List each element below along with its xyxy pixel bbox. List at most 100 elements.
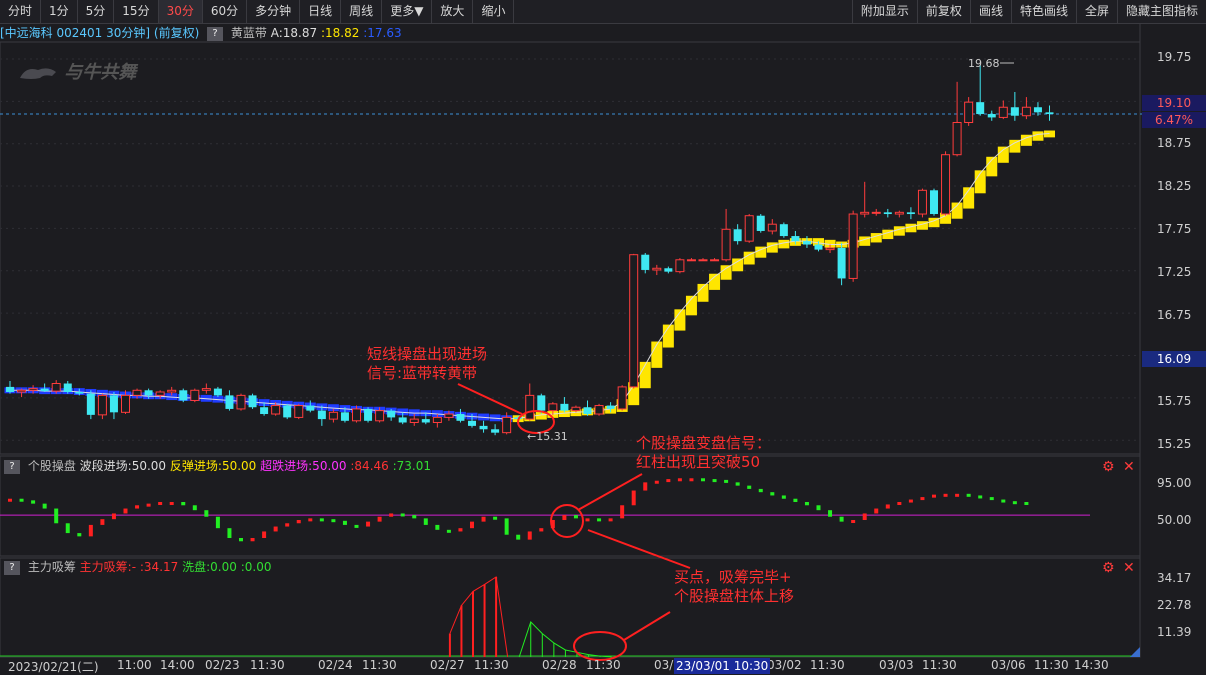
osc-bar	[111, 513, 116, 520]
anno2-line1: 个股操盘变盘信号：	[636, 434, 772, 452]
time-axis-label-5: 02/24	[318, 658, 353, 672]
pane3-axis-mid: 22.78	[1157, 598, 1192, 612]
candle-body	[976, 102, 985, 115]
candle-body	[144, 390, 153, 396]
osc-bar	[239, 538, 243, 542]
price-axis-label-4: 17.75	[1157, 222, 1192, 236]
pane3-s2: :34.17	[139, 560, 179, 574]
candle-body	[283, 405, 292, 418]
pane3-settings-icon[interactable]: ⚙	[1102, 560, 1115, 576]
candle-body	[606, 405, 615, 409]
candle-body	[814, 244, 823, 250]
candle-body	[317, 410, 326, 420]
time-axis-label-3: 02/23	[205, 658, 240, 672]
pane2-axis-95: 95.00	[1157, 476, 1192, 490]
osc-bar	[192, 505, 197, 511]
pane3-close-icon[interactable]: ✕	[1123, 560, 1135, 576]
pane2-help-icon[interactable]: ?	[4, 459, 20, 474]
osc-bar	[458, 528, 463, 532]
candle-body	[594, 405, 604, 415]
annotation-arrow-3	[587, 529, 691, 569]
price-axis-label-8: 15.75	[1157, 394, 1192, 408]
candle-body	[675, 259, 685, 273]
candle-body	[930, 190, 938, 215]
candle-body	[236, 394, 246, 410]
low-price-label: ←15.31	[527, 430, 568, 443]
pane3-axis-low: 11.39	[1157, 625, 1192, 639]
anno3-line2: 个股操盘柱体上移	[674, 587, 795, 605]
candle-body	[686, 259, 696, 262]
candle-body	[964, 101, 974, 124]
osc-bar	[31, 500, 36, 504]
osc-bar	[585, 518, 590, 522]
band-segment	[766, 242, 778, 253]
candle-body	[6, 386, 14, 392]
osc-bar	[955, 493, 960, 497]
candle-body	[364, 408, 373, 421]
osc-bar	[724, 479, 729, 483]
pane2-settings-icon[interactable]: ⚙	[1102, 459, 1115, 475]
current-price-box: 19.10	[1142, 95, 1206, 111]
osc-bar	[701, 478, 705, 482]
candle-body	[802, 241, 811, 245]
candle-body	[987, 114, 996, 118]
candle-body	[456, 414, 465, 421]
time-axis-label-9: 02/28	[542, 658, 577, 672]
osc-bar	[8, 498, 12, 502]
osc-bar	[342, 520, 347, 525]
price-axis-label-5: 17.25	[1157, 265, 1192, 279]
time-axis-label-19: 14:30	[1074, 658, 1109, 672]
candle-body	[733, 229, 742, 242]
candle-body	[17, 389, 27, 393]
candle-body	[375, 410, 385, 422]
candle-body	[641, 254, 650, 270]
candle-body	[121, 394, 130, 413]
time-axis-label-1: 11:00	[117, 658, 152, 672]
candle-body	[941, 154, 951, 215]
osc-bar	[504, 518, 509, 535]
osc-bar	[308, 518, 313, 522]
osc-bar	[181, 502, 186, 506]
candle-body	[525, 394, 535, 420]
osc-bar	[389, 513, 394, 517]
osc-bar	[1001, 499, 1006, 503]
osc-bar	[770, 492, 775, 496]
candle-body	[1010, 107, 1019, 116]
osc-bar	[435, 524, 440, 530]
osc-bar	[712, 479, 717, 483]
candle-body	[479, 425, 488, 430]
band-segment	[1009, 139, 1021, 153]
candle-body	[179, 390, 188, 401]
osc-bar	[1024, 502, 1029, 505]
osc-bar	[481, 516, 486, 522]
osc-bar	[816, 505, 821, 511]
pane2-close-icon[interactable]: ✕	[1123, 459, 1135, 475]
candle-body	[883, 212, 892, 215]
osc-bar	[573, 515, 578, 519]
pane3-header: ? 主力吸筹 主力吸筹:- :34.17 洗盘:0.00 :0.00	[0, 559, 271, 575]
osc-bar	[42, 503, 47, 509]
osc-bar	[943, 493, 948, 497]
osc-bar	[897, 502, 902, 505]
time-axis-label-6: 11:30	[362, 658, 397, 672]
osc-bar	[470, 521, 474, 529]
candle-body	[132, 389, 142, 396]
time-axis-label-15: 03/03	[879, 658, 914, 672]
osc-bar	[874, 508, 879, 514]
candle-body	[213, 388, 222, 396]
pane2-axis-50: 50.00	[1157, 513, 1192, 527]
candle-body	[421, 419, 430, 423]
candle-body	[306, 405, 315, 411]
candle-body	[756, 215, 765, 231]
candle-body	[825, 247, 835, 251]
annotation-buy-point: 买点，吸筹完毕+ 个股操盘柱体上移	[674, 568, 794, 606]
osc-bar	[666, 479, 671, 483]
osc-bar	[215, 516, 220, 529]
pane3-s4: :0.00	[240, 560, 272, 574]
time-axis-label-4: 11:30	[250, 658, 285, 672]
pane3-help-icon[interactable]: ?	[4, 560, 20, 575]
osc-bar	[920, 497, 925, 501]
candle-body	[952, 122, 962, 156]
osc-bar	[273, 526, 278, 532]
candle-body	[444, 413, 454, 418]
